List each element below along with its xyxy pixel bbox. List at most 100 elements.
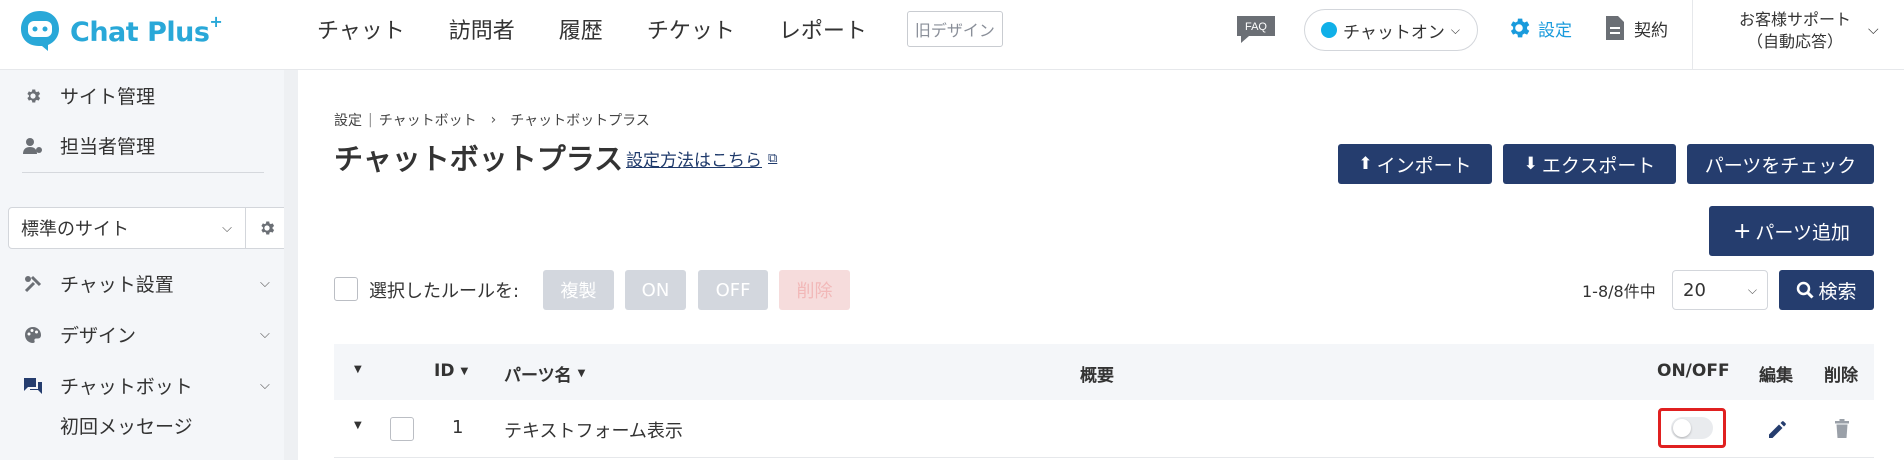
breadcrumb-chatbot[interactable]: チャットボット: [379, 110, 477, 130]
add-parts-label: パーツ追加: [1755, 221, 1851, 244]
sidebar-item-chat-setup[interactable]: チャット設置 ⌵: [22, 270, 270, 297]
on-off-toggle[interactable]: [1671, 417, 1713, 439]
bulk-on-button[interactable]: ON: [625, 270, 686, 310]
pencil-icon[interactable]: [1767, 420, 1787, 440]
site-select-value: 標準のサイト: [21, 219, 129, 240]
column-on-off: ON/OFF: [1657, 361, 1730, 381]
chat-bubbles-icon: [22, 375, 44, 397]
download-icon: ⬇: [1523, 154, 1538, 174]
breadcrumb-current: チャットボットプラス: [510, 113, 650, 129]
howto-label: 設定方法はこちら: [626, 151, 762, 171]
sidebar: サイト管理 担当者管理 標準のサイト ⌵ チャット設置 ⌵ デザイン ⌵ チャッ…: [0, 70, 298, 460]
expand-all-icon[interactable]: ▼: [354, 364, 362, 375]
toggle-knob: [1673, 419, 1691, 437]
support-line1: お客様サポート: [1738, 10, 1851, 29]
faq-icon[interactable]: FAQ: [1235, 14, 1277, 44]
sidebar-subitem-first-message[interactable]: 初回メッセージ: [60, 412, 193, 439]
chat-status-label: チャットオン: [1343, 22, 1445, 43]
settings-label: 設定: [1538, 20, 1572, 41]
sidebar-divider: [22, 172, 264, 173]
column-summary: 概要: [1080, 366, 1114, 386]
old-design-button[interactable]: 旧デザイン: [906, 11, 1003, 47]
sidebar-item-label: チャットボット: [60, 376, 193, 398]
chevron-down-icon: ⌵: [1747, 282, 1757, 297]
nav-reports[interactable]: レポート: [779, 13, 867, 45]
sidebar-item-label: チャット設置: [60, 274, 174, 296]
site-settings-gear-icon[interactable]: [245, 208, 287, 248]
per-page-value: 20: [1683, 279, 1706, 301]
chat-plus-logo-icon: [21, 11, 59, 51]
table-row: ▼ 1 テキストフォーム表示: [334, 400, 1874, 458]
bulk-off-button[interactable]: OFF: [698, 270, 768, 310]
page-title: チャットボットプラス: [334, 142, 624, 176]
nav-tickets[interactable]: チケット: [647, 13, 735, 45]
nav-history[interactable]: 履歴: [559, 13, 603, 45]
sidebar-item-chatbot[interactable]: チャットボット ⌵: [22, 372, 270, 399]
selected-rules-label: 選択したルールを:: [369, 281, 520, 302]
breadcrumb-separator: |: [368, 112, 373, 128]
contract-link[interactable]: 契約: [1604, 15, 1668, 41]
chat-status-toggle[interactable]: チャットオン ⌵: [1304, 9, 1478, 51]
chevron-down-icon: ⌵: [1450, 22, 1460, 37]
sort-caret-icon: ▼: [460, 365, 469, 377]
sidebar-item-label: デザイン: [60, 325, 137, 347]
top-header: Chat Plus+ チャット 訪問者 履歴 チケット レポート 旧デザイン F…: [0, 0, 1904, 70]
column-part-name[interactable]: パーツ名 ▼: [504, 361, 585, 386]
add-parts-button[interactable]: + パーツ追加: [1709, 206, 1874, 256]
trash-icon[interactable]: [1834, 419, 1850, 439]
breadcrumb-settings[interactable]: 設定: [334, 110, 362, 130]
chevron-right-icon: ›: [490, 112, 497, 128]
chevron-down-icon: ⌵: [222, 220, 232, 236]
sidebar-item-design[interactable]: デザイン ⌵: [22, 321, 270, 348]
settings-link[interactable]: 設定: [1506, 15, 1572, 41]
nav-chat[interactable]: チャット: [317, 13, 405, 45]
logo-text: Chat Plus: [70, 17, 210, 48]
faq-label: FAQ: [1245, 21, 1267, 33]
column-delete: 削除: [1824, 366, 1858, 386]
check-parts-label: パーツをチェック: [1704, 154, 1857, 177]
howto-link[interactable]: 設定方法はこちら ⧉: [626, 146, 777, 171]
sidebar-item-staff-manage[interactable]: 担当者管理: [22, 132, 155, 159]
palette-icon: [22, 324, 44, 346]
column-id[interactable]: ID ▼: [434, 361, 468, 381]
column-id-label: ID: [434, 361, 455, 381]
per-page-select[interactable]: 20 ⌵: [1672, 270, 1768, 310]
sidebar-item-site-manage[interactable]: サイト管理: [22, 82, 155, 109]
column-part-name-label: パーツ名: [504, 366, 572, 386]
gear-icon: [1510, 18, 1530, 38]
contract-label: 契約: [1634, 20, 1668, 41]
plus-icon: +: [1732, 218, 1752, 244]
document-icon: [1606, 16, 1624, 40]
sidebar-scrollbar[interactable]: [284, 70, 298, 460]
status-dot-icon: [1321, 22, 1337, 38]
top-nav: チャット 訪問者 履歴 チケット レポート 旧デザイン: [317, 0, 1003, 58]
row-toggle-highlight: [1658, 408, 1726, 448]
expand-row-icon[interactable]: ▼: [354, 420, 362, 431]
column-edit: 編集: [1759, 366, 1793, 386]
check-parts-button[interactable]: パーツをチェック: [1687, 144, 1874, 184]
upload-icon: ⬆: [1358, 154, 1373, 174]
import-button[interactable]: ⬆ インポート: [1338, 144, 1492, 184]
select-all-checkbox[interactable]: [334, 277, 358, 301]
chevron-down-icon[interactable]: ⌵: [1868, 22, 1879, 38]
header-divider: [1692, 0, 1693, 70]
tools-icon: [22, 273, 44, 295]
result-count: 1-8/8件中: [1582, 282, 1656, 301]
row-checkbox[interactable]: [390, 417, 414, 441]
table-header: ▼ ID ▼ パーツ名 ▼ 概要 ON/OFF 編集 削除: [334, 344, 1874, 400]
bulk-duplicate-button[interactable]: 複製: [543, 270, 614, 310]
chevron-down-icon: ⌵: [260, 327, 270, 342]
chevron-down-icon: ⌵: [260, 276, 270, 291]
row-part-name[interactable]: テキストフォーム表示: [504, 417, 683, 443]
support-menu[interactable]: お客様サポート （自動応答）: [1720, 9, 1870, 53]
breadcrumb: 設定 | チャットボット › チャットボットプラス: [334, 110, 650, 130]
export-button[interactable]: ⬇ エクスポート: [1503, 144, 1676, 184]
site-select[interactable]: 標準のサイト ⌵: [8, 207, 288, 249]
bulk-delete-button[interactable]: 削除: [779, 270, 850, 310]
sidebar-item-label: サイト管理: [60, 86, 156, 108]
row-id: 1: [452, 417, 464, 438]
search-button[interactable]: 検索: [1779, 270, 1874, 310]
nav-visitors[interactable]: 訪問者: [449, 13, 515, 45]
search-label: 検索: [1818, 280, 1857, 303]
logo[interactable]: Chat Plus+: [18, 8, 223, 52]
